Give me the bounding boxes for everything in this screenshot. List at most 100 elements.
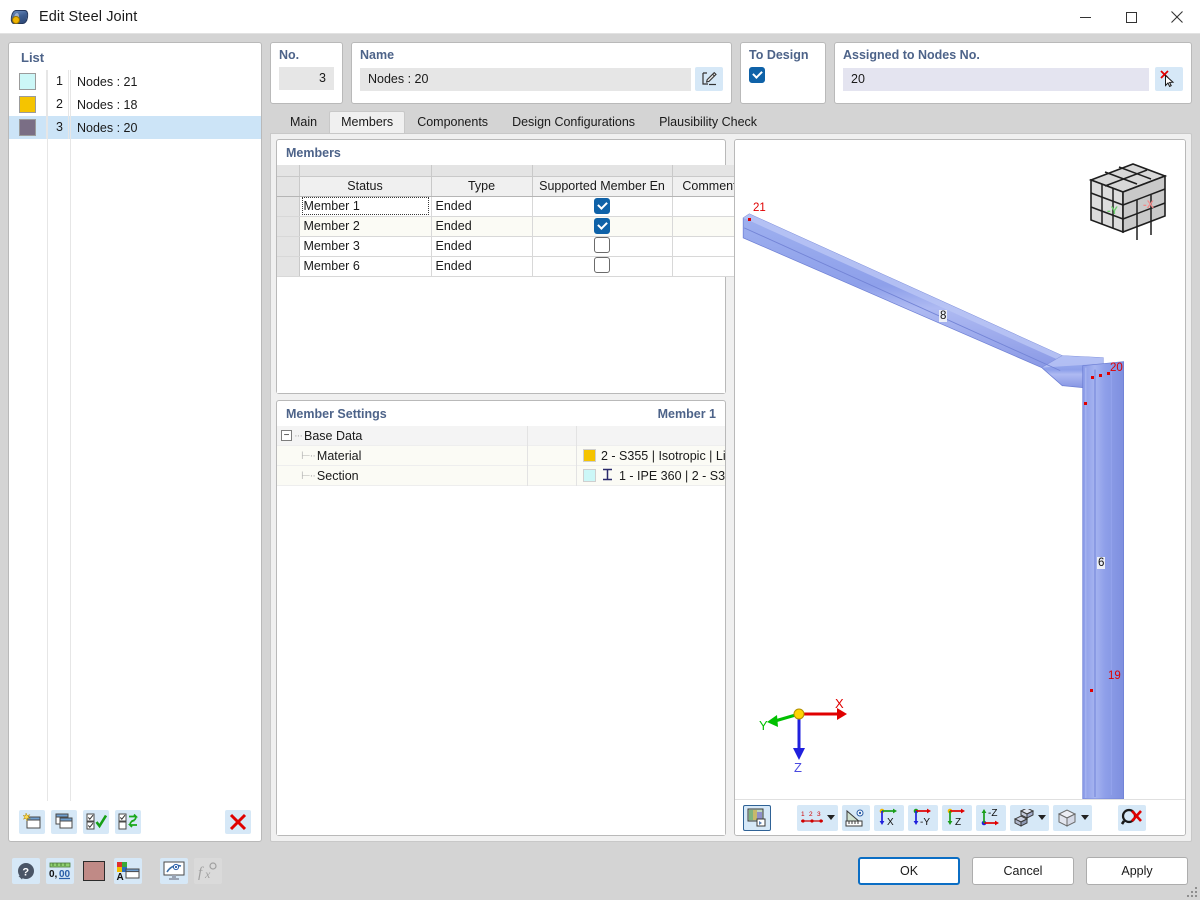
view-negz-button[interactable]: -Z xyxy=(976,804,1006,831)
table-row[interactable]: Member 6 Ended xyxy=(277,256,748,277)
minimize-button[interactable] xyxy=(1062,0,1108,34)
to-design-field: To Design xyxy=(740,42,826,104)
dialog-buttons: OK Cancel Apply xyxy=(858,857,1188,885)
tree-group-label: Base Data xyxy=(304,428,363,443)
wireframe-view-button[interactable] xyxy=(1053,804,1092,831)
member-label-8: 8 xyxy=(939,310,948,322)
joint-no-value[interactable]: 3 xyxy=(279,67,334,90)
render-mode-button[interactable] xyxy=(743,804,771,831)
joint-name-field: Name Nodes : 20 xyxy=(351,42,732,104)
assigned-nodes-input[interactable]: 20 xyxy=(843,67,1149,91)
list-item-color-swatch xyxy=(19,96,36,113)
clear-assignment-button[interactable] xyxy=(1155,67,1183,91)
to-design-checkbox[interactable] xyxy=(749,67,765,83)
tree-mid-cell xyxy=(527,425,577,446)
svg-text:Z: Z xyxy=(794,760,802,774)
tab-main[interactable]: Main xyxy=(278,111,329,133)
tree-row-section[interactable]: ⊢·· Section 1 - IPE 360 | 2 - S355 xyxy=(277,465,725,486)
supported-checkbox[interactable] xyxy=(594,218,610,234)
list-panel-title: List xyxy=(21,50,45,65)
column-header-status[interactable]: Status xyxy=(299,176,432,197)
cell-status[interactable]: Member 6 xyxy=(299,256,432,277)
display-properties-button[interactable]: A xyxy=(114,858,142,884)
resize-grip[interactable] xyxy=(1185,885,1197,897)
view-negy-button[interactable]: -Y xyxy=(908,804,938,831)
row-marker[interactable] xyxy=(277,196,300,217)
tab-members[interactable]: Members xyxy=(329,111,406,133)
new-item-button[interactable] xyxy=(19,809,45,834)
solid-view-button[interactable] xyxy=(1010,804,1049,831)
list-panel: List 1 Nodes : 21 2 Nodes : 18 3 Nodes:… xyxy=(8,42,262,842)
node-point xyxy=(1084,402,1087,405)
apply-button[interactable]: Apply xyxy=(1086,857,1188,885)
table-row[interactable]: Member 2 Ended xyxy=(277,216,748,237)
visibility-button[interactable] xyxy=(160,858,188,884)
reset-zoom-button[interactable] xyxy=(1118,804,1146,831)
column-header-type[interactable]: Type xyxy=(431,176,533,197)
chevron-down-icon[interactable] xyxy=(1081,815,1089,820)
check-all-button[interactable] xyxy=(83,809,109,834)
invert-check-button[interactable] xyxy=(115,809,141,834)
tab-design-configurations[interactable]: Design Configurations xyxy=(500,111,647,133)
decimal-places-button[interactable]: 0, 00 xyxy=(46,858,74,884)
cell-supported[interactable] xyxy=(532,236,673,257)
supported-checkbox[interactable] xyxy=(594,198,610,214)
column-header-supported-member-end[interactable]: Supported Member En xyxy=(532,176,673,197)
svg-text:x: x xyxy=(204,867,211,881)
svg-text:?: ? xyxy=(22,866,29,878)
edit-name-button[interactable] xyxy=(695,67,723,91)
svg-text:-Y: -Y xyxy=(1107,205,1119,217)
chevron-down-icon[interactable] xyxy=(1038,815,1046,820)
member-label-6: 6 xyxy=(1097,557,1106,569)
view-z-button[interactable]: Z xyxy=(942,804,972,831)
cell-type[interactable]: Ended xyxy=(431,216,533,237)
row-marker[interactable] xyxy=(277,236,300,257)
chevron-down-icon[interactable] xyxy=(827,815,835,820)
list-item-color-cell[interactable] xyxy=(9,116,47,139)
cell-supported[interactable] xyxy=(532,196,673,217)
tree-row-material[interactable]: ⊢·· Material 2 - S355 | Isotropic | Line… xyxy=(277,445,725,466)
tree-group-base-data[interactable]: − ··· Base Data xyxy=(277,425,725,446)
list-item-color-cell[interactable] xyxy=(9,70,47,93)
window-controls xyxy=(1062,0,1200,34)
model-viewport[interactable]: 21 20 19 8 6 -Y -X X Y Z xyxy=(735,140,1185,799)
dimension-button[interactable] xyxy=(842,804,870,831)
node-label-21: 21 xyxy=(753,202,766,214)
help-button[interactable]: ? xyxy=(12,858,40,884)
view-x-button[interactable]: X xyxy=(874,804,904,831)
cell-type[interactable]: Ended xyxy=(431,236,533,257)
table-row[interactable]: Member 3 Ended xyxy=(277,236,748,257)
list-item-color-swatch xyxy=(19,119,36,136)
tab-components[interactable]: Components xyxy=(405,111,500,133)
cell-supported[interactable] xyxy=(532,256,673,277)
svg-text:3: 3 xyxy=(817,811,821,818)
cell-supported[interactable] xyxy=(532,216,673,237)
cell-status[interactable]: Member 1 xyxy=(299,196,432,217)
numbering-button[interactable]: 1 2 3 xyxy=(797,804,838,831)
section-value-text: 1 - IPE 360 | 2 - S355 xyxy=(619,468,725,483)
table-row[interactable]: Member 1 Ended xyxy=(277,196,748,217)
copy-item-button[interactable] xyxy=(51,809,77,834)
cell-type[interactable]: Ended xyxy=(431,256,533,277)
delete-item-button[interactable] xyxy=(225,809,251,834)
supported-checkbox[interactable] xyxy=(594,256,610,273)
tree-row-value-cell[interactable]: 1 - IPE 360 | 2 - S355 xyxy=(577,468,725,484)
ok-button[interactable]: OK xyxy=(858,857,960,885)
cell-status[interactable]: Member 2 xyxy=(299,216,432,237)
cell-type[interactable]: Ended xyxy=(431,196,533,217)
column-header-mark[interactable] xyxy=(277,176,300,197)
cancel-button[interactable]: Cancel xyxy=(972,857,1074,885)
cell-status[interactable]: Member 3 xyxy=(299,236,432,257)
view-cube[interactable]: -Y -X xyxy=(1083,158,1169,243)
row-marker[interactable] xyxy=(277,256,300,277)
collapse-icon[interactable]: − xyxy=(281,430,292,441)
tab-plausibility-check[interactable]: Plausibility Check xyxy=(647,111,769,133)
close-button[interactable] xyxy=(1154,0,1200,34)
supported-checkbox[interactable] xyxy=(594,236,610,253)
color-swatch-button[interactable] xyxy=(80,858,108,884)
row-marker[interactable] xyxy=(277,216,300,237)
list-item-color-cell[interactable] xyxy=(9,93,47,116)
joint-name-input[interactable]: Nodes : 20 xyxy=(360,67,691,91)
maximize-button[interactable] xyxy=(1108,0,1154,34)
tree-row-value-cell[interactable]: 2 - S355 | Isotropic | Linea... xyxy=(577,449,725,463)
